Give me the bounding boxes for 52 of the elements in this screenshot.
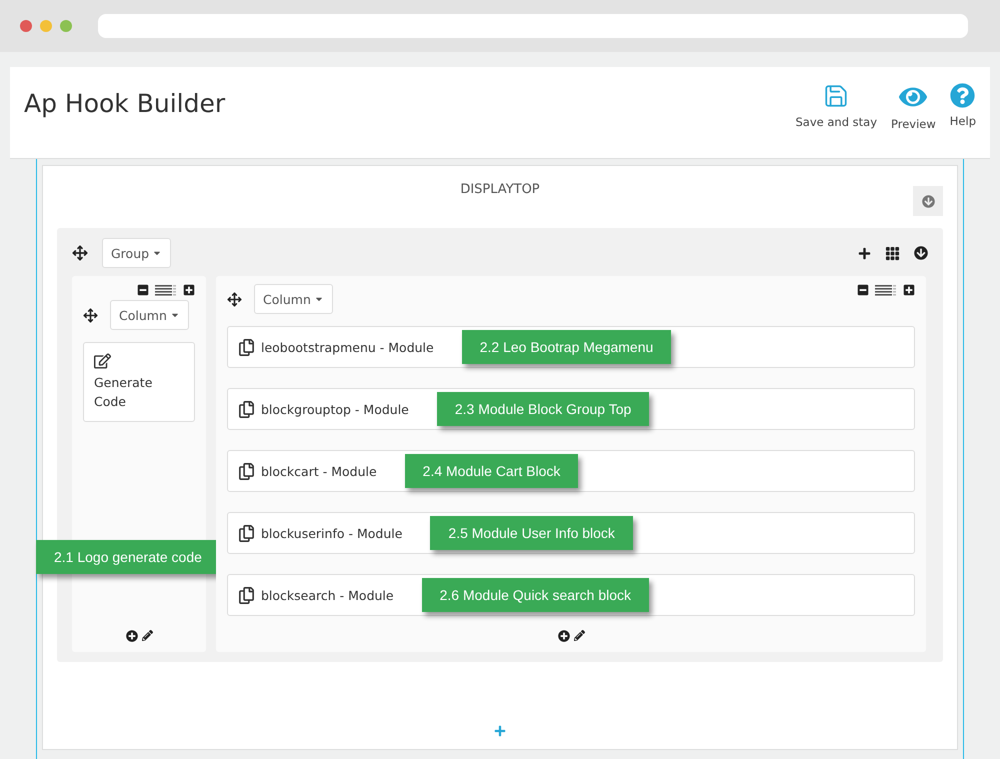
copy-icon [238,462,255,480]
plus-square-icon[interactable] [183,284,195,296]
toolbar-button[interactable]: Help [950,83,976,131]
copy-icon [238,524,255,542]
save-icon [823,83,850,109]
maximize-window-dot[interactable] [60,20,72,32]
module-row[interactable]: blockcart - Module 2.4 Module Cart Block [227,450,915,492]
module-row[interactable]: blockgrouptop - Module 2.3 Module Block Group Top [227,388,915,430]
callout-label: 2.3 Module Block Group Top [436,392,650,426]
module-row[interactable]: leobootstrapmenu - Module 2.2 Leo Bootrap Megamenu [227,326,915,368]
close-window-dot[interactable] [20,20,32,32]
callout-label: 2.2 Leo Bootrap Megamenu [462,330,672,364]
group-dropdown[interactable]: Group [102,238,172,268]
minimize-window-dot[interactable] [40,20,52,32]
module-label: leobootstrapmenu - Module [261,340,434,354]
widget-label: Generate Code [94,374,154,411]
plus-circle-icon[interactable] [126,630,138,642]
pencil-icon[interactable] [574,630,584,642]
copy-icon [238,400,255,418]
list-icon[interactable] [875,284,897,296]
move-icon[interactable] [83,308,98,322]
plus-icon[interactable] [858,246,871,260]
minus-square-icon[interactable] [137,284,149,296]
list-icon[interactable] [155,284,177,296]
move-icon[interactable] [72,245,88,261]
toolbar-button[interactable]: Save and stay [795,83,878,131]
move-icon[interactable] [227,292,242,306]
plus-circle-icon[interactable] [558,630,570,642]
page-title: Ap Hook Builder [24,89,226,118]
toolbar-button[interactable]: Preview [891,83,936,131]
module-row[interactable]: blockuserinfo - Module 2.5 Module User Info block [227,512,915,554]
callout-label: 2.6 Module Quick search block [422,578,650,612]
module-label: blockcart - Module [261,464,377,478]
grid-icon[interactable] [885,246,900,260]
callout-label: 2.4 Module Cart Block [404,454,578,488]
copy-icon [238,586,255,604]
copy-icon [238,338,255,356]
hook-title: DISPLAYTOP [459,182,541,197]
plus-square-icon[interactable] [903,284,915,296]
edit-icon [94,353,111,369]
module-label: blockuserinfo - Module [261,526,402,540]
module-label: blockgrouptop - Module [261,402,409,416]
module-label: blocksearch - Module [261,588,394,602]
module-row[interactable]: blocksearch - Module 2.6 Module Quick search block [227,574,915,616]
help-icon [950,83,976,108]
pencil-icon[interactable] [142,630,152,642]
callout-label: 2.5 Module User Info block [430,516,633,550]
arrow-down-circle-icon[interactable] [914,246,928,260]
collapse-button[interactable] [913,186,943,216]
minus-square-icon[interactable] [857,284,869,296]
column-dropdown[interactable]: Column [254,284,333,314]
column-dropdown[interactable]: Column [110,300,189,330]
